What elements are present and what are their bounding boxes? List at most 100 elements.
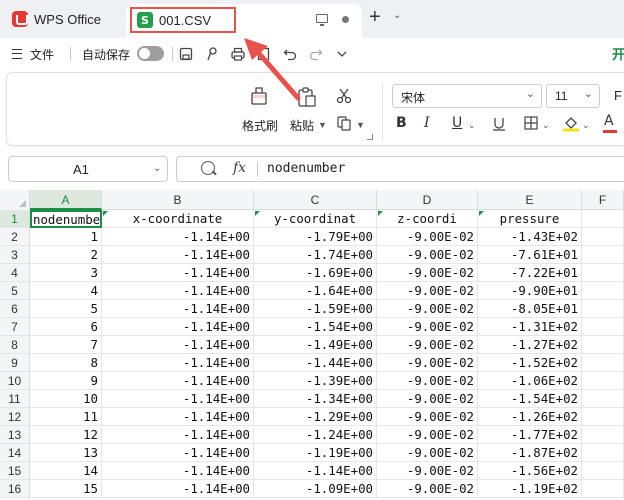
cut-scissors-icon[interactable] [335, 87, 353, 108]
header-cell[interactable] [582, 210, 624, 228]
format-painter-label[interactable]: 格式刷 [242, 117, 278, 134]
table-cell[interactable]: 13 [30, 444, 102, 462]
table-cell[interactable] [582, 318, 624, 336]
table-cell[interactable]: 2 [30, 246, 102, 264]
file-menu[interactable]: 文件 [30, 46, 54, 63]
table-cell[interactable]: -9.00E-02 [377, 264, 478, 282]
table-cell[interactable]: -1.87E+02 [478, 444, 582, 462]
tab-start[interactable]: 开 [612, 44, 624, 63]
table-cell[interactable]: -1.24E+00 [254, 426, 377, 444]
table-cell[interactable] [582, 336, 624, 354]
monitor-icon[interactable] [316, 14, 328, 26]
table-cell[interactable]: -1.14E+00 [102, 444, 254, 462]
table-cell[interactable]: -1.14E+00 [102, 354, 254, 372]
table-cell[interactable] [582, 372, 624, 390]
table-cell[interactable]: -1.77E+02 [478, 426, 582, 444]
fx-function-icon[interactable]: fx [233, 160, 246, 176]
table-cell[interactable] [582, 300, 624, 318]
underline-button[interactable]: U [452, 115, 462, 133]
header-cell[interactable]: z-coordi [377, 210, 478, 228]
table-cell[interactable]: -9.00E-02 [377, 354, 478, 372]
hamburger-menu-icon[interactable] [12, 49, 22, 59]
table-cell[interactable]: -9.90E+01 [478, 282, 582, 300]
table-cell[interactable]: -9.00E-02 [377, 282, 478, 300]
redo-icon[interactable] [308, 46, 324, 62]
tab-document[interactable]: S 001.CSV [126, 4, 362, 38]
more-chevron-down-icon[interactable] [334, 46, 350, 62]
header-cell[interactable]: nodenumbe [30, 210, 102, 228]
table-cell[interactable]: 8 [30, 354, 102, 372]
row-header[interactable]: 6 [0, 300, 30, 318]
tab-home[interactable]: WPS Office [4, 4, 120, 34]
row-header[interactable]: 9 [0, 354, 30, 372]
table-cell[interactable]: -9.00E-02 [377, 318, 478, 336]
font-color-button[interactable]: A [604, 113, 614, 131]
name-box-chevron-down-icon[interactable]: ⌄ [153, 163, 161, 174]
table-cell[interactable]: -9.00E-02 [377, 372, 478, 390]
formula-input[interactable]: fx nodenumber [176, 156, 624, 182]
table-cell[interactable]: -1.31E+02 [478, 318, 582, 336]
table-cell[interactable]: -9.00E-02 [377, 426, 478, 444]
italic-button[interactable]: I [424, 115, 430, 133]
table-cell[interactable]: -1.27E+02 [478, 336, 582, 354]
table-cell[interactable]: -1.14E+00 [102, 300, 254, 318]
column-header-c[interactable]: C [254, 190, 377, 210]
table-cell[interactable]: -9.00E-02 [377, 300, 478, 318]
table-cell[interactable]: 11 [30, 408, 102, 426]
row-header[interactable]: 14 [0, 444, 30, 462]
row-header[interactable]: 15 [0, 462, 30, 480]
table-cell[interactable]: -1.14E+00 [102, 372, 254, 390]
header-cell[interactable]: y-coordinat [254, 210, 377, 228]
table-cell[interactable]: -1.19E+00 [254, 444, 377, 462]
table-cell[interactable] [582, 354, 624, 372]
fill-color-chevron-down-icon[interactable]: ⌄ [582, 120, 590, 131]
underline-chevron-down-icon[interactable]: ⌄ [468, 120, 476, 131]
fill-color-icon[interactable] [562, 114, 580, 135]
table-cell[interactable] [582, 480, 624, 498]
table-cell[interactable]: 15 [30, 480, 102, 498]
table-cell[interactable] [582, 228, 624, 246]
table-cell[interactable]: -9.00E-02 [377, 444, 478, 462]
table-cell[interactable]: -1.14E+00 [102, 318, 254, 336]
column-header-f[interactable]: F [582, 190, 624, 210]
table-cell[interactable]: 12 [30, 426, 102, 444]
borders-chevron-down-icon[interactable]: ⌄ [542, 120, 550, 131]
table-cell[interactable]: -1.34E+00 [254, 390, 377, 408]
row-header[interactable]: 8 [0, 336, 30, 354]
table-cell[interactable]: -1.69E+00 [254, 264, 377, 282]
table-cell[interactable]: -1.19E+02 [478, 480, 582, 498]
paste-chevron-down-icon[interactable]: ▼ [318, 120, 327, 130]
table-cell[interactable] [582, 462, 624, 480]
column-header-e[interactable]: E [478, 190, 582, 210]
table-cell[interactable]: -1.39E+00 [254, 372, 377, 390]
table-cell[interactable] [582, 282, 624, 300]
table-cell[interactable]: 4 [30, 282, 102, 300]
table-cell[interactable]: -1.14E+00 [102, 390, 254, 408]
table-cell[interactable]: -1.49E+00 [254, 336, 377, 354]
paste-icon[interactable] [296, 86, 318, 111]
table-cell[interactable]: -1.29E+00 [254, 408, 377, 426]
row-header[interactable]: 10 [0, 372, 30, 390]
table-cell[interactable]: -1.26E+02 [478, 408, 582, 426]
table-cell[interactable]: -1.52E+02 [478, 354, 582, 372]
table-cell[interactable]: 7 [30, 336, 102, 354]
row-header[interactable]: 11 [0, 390, 30, 408]
row-header[interactable]: 12 [0, 408, 30, 426]
table-cell[interactable]: -9.00E-02 [377, 336, 478, 354]
table-cell[interactable]: -1.06E+02 [478, 372, 582, 390]
font-name-select[interactable]: 宋体 ⌄ [392, 84, 542, 108]
table-cell[interactable] [582, 390, 624, 408]
tab-list-chevron-down-icon[interactable]: ⌄ [393, 10, 401, 21]
clipboard-expand-icon[interactable] [367, 134, 373, 140]
table-cell[interactable]: -1.14E+00 [102, 480, 254, 498]
font-size-select[interactable]: 11 ⌄ [546, 84, 600, 108]
table-cell[interactable] [582, 246, 624, 264]
save-icon[interactable] [178, 46, 194, 62]
print-preview-icon[interactable] [256, 46, 272, 62]
table-cell[interactable]: 14 [30, 462, 102, 480]
table-cell[interactable]: -1.54E+00 [254, 318, 377, 336]
header-cell[interactable]: x-coordinate [102, 210, 254, 228]
table-cell[interactable]: -7.22E+01 [478, 264, 582, 282]
table-cell[interactable]: -1.44E+00 [254, 354, 377, 372]
table-cell[interactable]: -1.74E+00 [254, 246, 377, 264]
